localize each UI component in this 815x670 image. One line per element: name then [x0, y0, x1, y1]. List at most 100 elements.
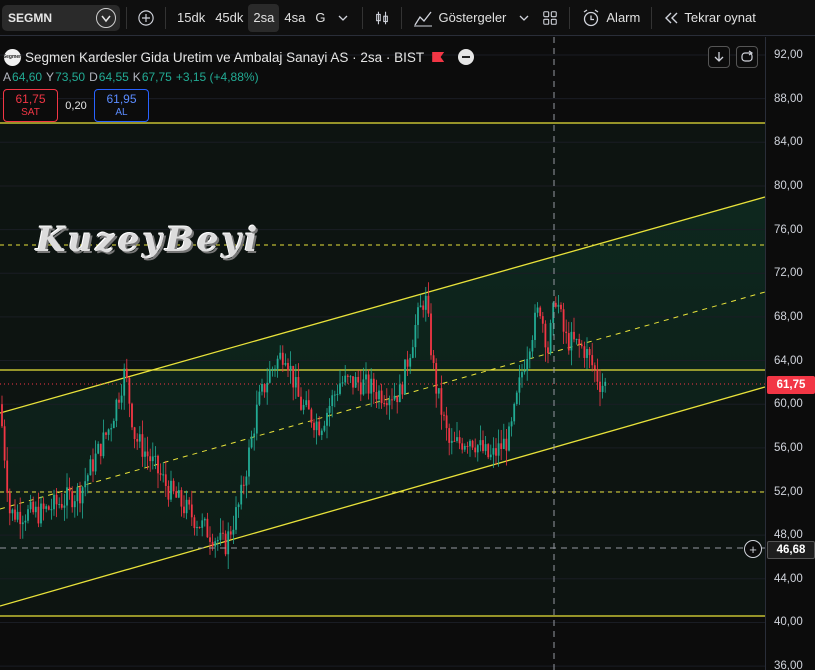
- candle-body: [170, 480, 172, 500]
- price-scale[interactable]: 92,00 88,00 84,00 80,00 76,00 72,00 68,00 64,00…: [765, 37, 815, 670]
- price-tick: 44,00: [774, 572, 803, 585]
- candle-body: [55, 494, 58, 505]
- candle-body: [136, 439, 139, 442]
- rewind-icon: [665, 12, 678, 23]
- candle-body: [409, 357, 412, 367]
- watermark-text: KuzeyBeyi: [36, 220, 261, 260]
- candle-body: [396, 395, 399, 403]
- replay-label: Tekrar oynat: [684, 10, 756, 25]
- candle-body: [214, 541, 217, 547]
- chart-pane[interactable]: [0, 37, 765, 670]
- candle-body: [157, 455, 159, 474]
- candle-body: [14, 509, 16, 520]
- candle-body: [531, 339, 534, 352]
- candle-body: [222, 532, 224, 534]
- candle-body: [196, 526, 198, 529]
- candle-body: [37, 506, 40, 524]
- layout-button[interactable]: [537, 5, 563, 31]
- download-button[interactable]: [708, 46, 730, 68]
- open-key: A: [3, 70, 12, 84]
- interval-dropdown-button[interactable]: [330, 5, 356, 31]
- refresh-button[interactable]: [736, 46, 758, 68]
- candle-body: [586, 348, 588, 358]
- price-tick: 48,00: [774, 529, 803, 542]
- candle-body: [133, 427, 136, 440]
- candle-body: [185, 499, 188, 514]
- candle-body: [440, 388, 443, 415]
- alarm-button[interactable]: Alarm: [576, 4, 645, 32]
- candle-body: [357, 376, 360, 383]
- candle-body: [271, 368, 274, 370]
- arrow-down-icon: [714, 52, 724, 62]
- low-value: 64,55: [98, 70, 129, 84]
- candle-body: [144, 451, 146, 457]
- alarm-label: Alarm: [606, 10, 641, 25]
- candle-body: [141, 434, 144, 457]
- interval-45dk[interactable]: 45dk: [210, 4, 248, 32]
- candle-body: [336, 393, 339, 395]
- separator: [569, 6, 571, 29]
- candle-body: [94, 453, 97, 472]
- candle-body: [240, 484, 243, 505]
- close-value: 67,75: [141, 70, 172, 84]
- symbol-search-box[interactable]: SEGMN: [2, 4, 120, 31]
- candle-body: [398, 384, 401, 403]
- candle-body: [209, 537, 211, 542]
- candle-body: [414, 324, 417, 348]
- candle-body: [388, 399, 391, 406]
- candle-body: [294, 377, 297, 388]
- candle-body: [16, 511, 19, 520]
- candle-body: [479, 440, 482, 446]
- candle-body: [554, 302, 557, 307]
- candle-body: [175, 491, 178, 498]
- candle-body: [203, 518, 206, 521]
- interval-g[interactable]: G: [310, 4, 330, 32]
- candle-body: [349, 376, 352, 378]
- candle-body: [500, 443, 503, 450]
- candle-body: [32, 501, 35, 513]
- symbol-title[interactable]: Segmen Kardesler Gida Uretim ve Ambalaj …: [25, 50, 424, 65]
- candle-body: [297, 377, 300, 397]
- interval-4sa[interactable]: 4sa: [279, 4, 310, 32]
- candle-body: [11, 509, 14, 514]
- price-tick: 72,00: [774, 267, 803, 280]
- add-plus-icon[interactable]: +: [744, 540, 762, 558]
- candle-body: [227, 531, 230, 555]
- hide-legend-icon[interactable]: [458, 49, 475, 65]
- candle-body: [476, 445, 479, 453]
- candle-body: [190, 504, 193, 518]
- buy-button[interactable]: 61,95 AL: [94, 89, 149, 122]
- chart-type-button[interactable]: [369, 5, 395, 31]
- interval-2sa[interactable]: 2sa: [248, 3, 280, 32]
- replay-button[interactable]: Tekrar oynat: [658, 4, 761, 32]
- indicators-button[interactable]: Göstergeler: [408, 4, 511, 32]
- candle-body: [177, 490, 180, 498]
- interval-15dk[interactable]: 15dk: [172, 4, 210, 32]
- magnifier-badge-icon[interactable]: [96, 7, 116, 28]
- chart-legend: Segmen Segmen Kardesler Gida Uretim ve A…: [0, 46, 760, 122]
- compare-button[interactable]: [133, 5, 159, 31]
- price-chart[interactable]: [0, 37, 765, 670]
- price-tick: 80,00: [774, 179, 803, 192]
- candle-body: [471, 440, 474, 448]
- candle-body: [279, 352, 282, 359]
- flag-icon[interactable]: [432, 52, 445, 62]
- plus-circle-icon: [138, 9, 154, 26]
- candle-body: [560, 304, 562, 310]
- candle-body: [570, 331, 573, 351]
- candle-body: [8, 492, 11, 514]
- candle-body: [372, 378, 375, 392]
- candle-body: [378, 390, 380, 400]
- legend-title-row: Segmen Segmen Kardesler Gida Uretim ve A…: [0, 46, 760, 68]
- indicators-dropdown-button[interactable]: [511, 5, 537, 31]
- candle-body: [450, 440, 453, 443]
- candle-body: [21, 522, 24, 525]
- candle-body: [406, 359, 409, 367]
- candle-body: [539, 307, 542, 317]
- candle-body: [591, 355, 594, 366]
- sell-button[interactable]: 61,75 SAT: [3, 89, 58, 122]
- close-key: K: [132, 70, 141, 84]
- candle-body: [154, 455, 157, 457]
- candle-body: [53, 494, 55, 510]
- candle-body: [430, 313, 432, 356]
